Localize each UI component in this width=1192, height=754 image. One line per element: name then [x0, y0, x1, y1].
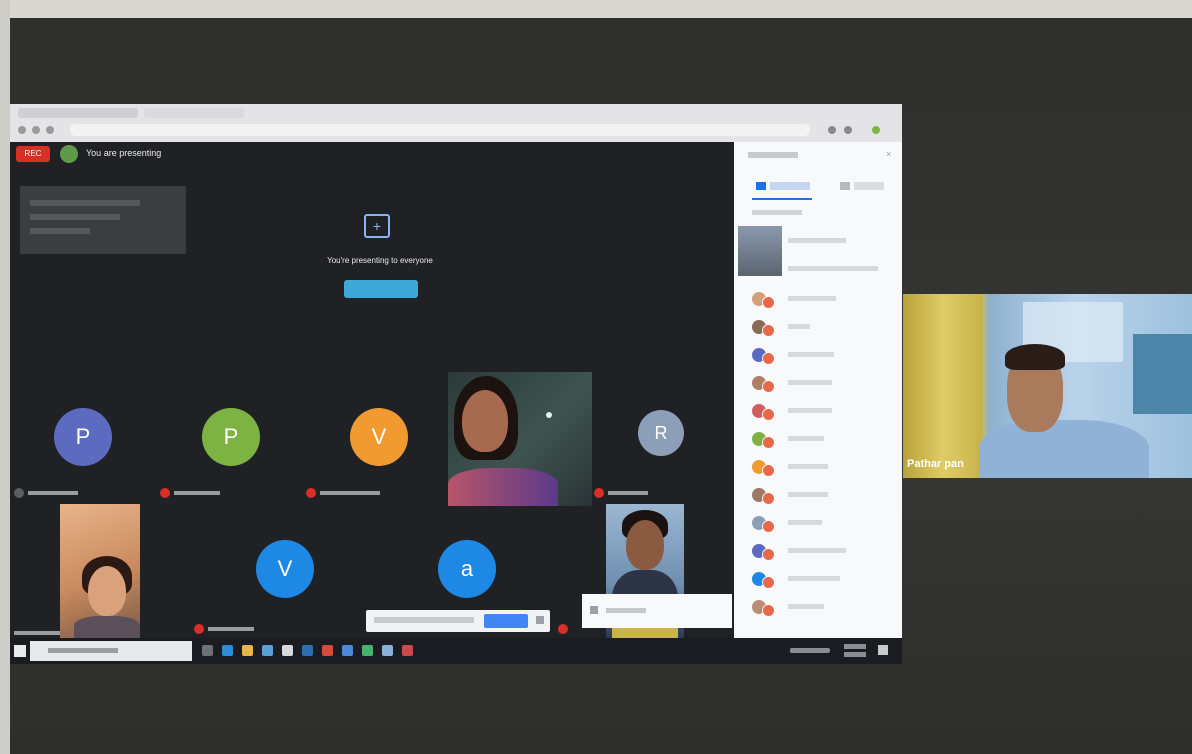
- mic-off-icon: [762, 520, 775, 533]
- participant-name-chip: [160, 488, 240, 500]
- browser-tab[interactable]: [18, 108, 138, 118]
- recording-badge: REC: [16, 146, 50, 162]
- mic-off-icon: [558, 624, 568, 635]
- extension-icon[interactable]: [844, 126, 852, 134]
- mic-off-icon: [762, 464, 775, 477]
- file-explorer-icon[interactable]: [242, 645, 253, 656]
- participant-row[interactable]: [734, 314, 902, 340]
- stop-presenting-button[interactable]: [344, 280, 418, 298]
- chat-popup[interactable]: [582, 594, 732, 628]
- app-icon[interactable]: [402, 645, 413, 656]
- self-preview: [738, 226, 782, 276]
- mic-off-icon: [594, 488, 604, 499]
- close-icon[interactable]: ×: [886, 150, 894, 159]
- mic-off-icon: [762, 576, 775, 589]
- mic-off-icon: [762, 324, 775, 337]
- photo-border-top: [0, 0, 1192, 18]
- back-icon[interactable]: [18, 126, 26, 134]
- participant-name-chip: [194, 624, 274, 636]
- mic-off-icon: [762, 436, 775, 449]
- speaker-video: Pathar pan: [903, 294, 1192, 478]
- meeting-stage: REC You are presenting + You're presenti…: [10, 142, 734, 638]
- mic-off-icon: [160, 488, 170, 499]
- panel-title: [748, 152, 798, 158]
- participant-row[interactable]: [734, 398, 902, 424]
- browser-chrome: [10, 104, 902, 142]
- participant-row[interactable]: [734, 342, 902, 368]
- participant-name-chip: [14, 488, 94, 500]
- clock-time[interactable]: [844, 644, 866, 649]
- screen-share-bar: [366, 610, 550, 632]
- photo-border-left: [0, 0, 10, 754]
- task-view-icon[interactable]: [202, 645, 213, 656]
- participant-row[interactable]: [734, 538, 902, 564]
- presenter-avatar: [60, 145, 78, 163]
- mic-off-icon: [762, 408, 775, 421]
- mic-icon: [14, 488, 24, 499]
- store-icon[interactable]: [262, 645, 273, 656]
- mic-off-icon: [762, 380, 775, 393]
- mic-off-icon: [194, 624, 204, 635]
- add-people-link[interactable]: [752, 210, 802, 215]
- app-icon[interactable]: [342, 645, 353, 656]
- presenting-message: You're presenting to everyone: [327, 256, 433, 265]
- notification-icon[interactable]: [878, 645, 888, 655]
- participant-name-chip: [594, 488, 664, 500]
- participant-avatar: R: [638, 410, 684, 456]
- taskbar: [10, 638, 902, 664]
- clock-date[interactable]: [844, 652, 866, 657]
- chrome-icon[interactable]: [322, 645, 333, 656]
- system-tray-icons[interactable]: [790, 648, 830, 653]
- browser-window: REC You are presenting + You're presenti…: [10, 104, 902, 664]
- participant-row[interactable]: [734, 454, 902, 480]
- participant-row[interactable]: [734, 482, 902, 508]
- word-icon[interactable]: [302, 645, 313, 656]
- participant-row[interactable]: [734, 370, 902, 396]
- people-panel: ×: [734, 142, 902, 638]
- participant-row[interactable]: [734, 286, 902, 312]
- hide-icon[interactable]: [536, 616, 544, 624]
- chat-icon: [590, 606, 598, 614]
- mic-off-icon: [306, 488, 316, 499]
- browser-tab[interactable]: [144, 108, 244, 118]
- edge-icon[interactable]: [222, 645, 233, 656]
- present-screen-icon: +: [364, 214, 390, 238]
- tab-people[interactable]: [770, 182, 810, 190]
- participant-video: [448, 372, 592, 506]
- participant-avatar: V: [256, 540, 314, 598]
- participant-avatar: a: [438, 540, 496, 598]
- forward-icon[interactable]: [32, 126, 40, 134]
- reload-icon[interactable]: [46, 126, 54, 134]
- presentation-thumbnail[interactable]: [20, 186, 186, 254]
- address-bar[interactable]: [70, 124, 810, 136]
- stop-sharing-button[interactable]: [484, 614, 528, 628]
- mic-off-icon: [762, 492, 775, 505]
- taskbar-search-input[interactable]: [30, 641, 192, 661]
- presenting-label: You are presenting: [86, 148, 162, 158]
- app-icon[interactable]: [382, 645, 393, 656]
- mic-off-icon: [762, 604, 775, 617]
- extension-icon[interactable]: [828, 126, 836, 134]
- mic-off-icon: [762, 296, 775, 309]
- speaker-name: Pathar pan: [907, 458, 964, 470]
- participant-row[interactable]: [734, 594, 902, 620]
- participant-avatar: P: [202, 408, 260, 466]
- participant-row[interactable]: [734, 566, 902, 592]
- participant-avatar: P: [54, 408, 112, 466]
- participant-avatar: V: [350, 408, 408, 466]
- tab-chat[interactable]: [854, 182, 884, 190]
- participant-name-chip: [306, 488, 396, 500]
- mic-off-icon: [762, 548, 775, 561]
- mic-off-icon: [762, 352, 775, 365]
- participant-row[interactable]: [734, 510, 902, 536]
- app-icon[interactable]: [362, 645, 373, 656]
- mail-icon[interactable]: [282, 645, 293, 656]
- windows-start-icon[interactable]: [14, 645, 26, 657]
- chat-icon: [840, 182, 850, 190]
- participant-row[interactable]: [734, 426, 902, 452]
- active-tab-indicator: [752, 198, 812, 200]
- participant-video: [60, 504, 140, 638]
- people-icon: [756, 182, 766, 190]
- profile-avatar[interactable]: [872, 126, 880, 134]
